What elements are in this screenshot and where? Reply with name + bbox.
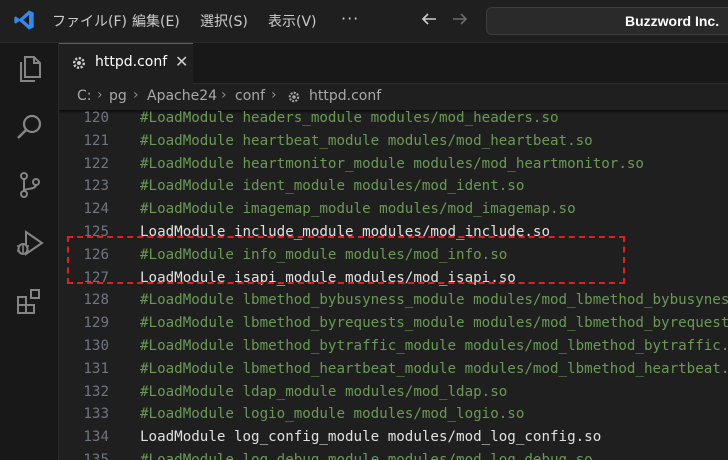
line-number: 127 xyxy=(83,269,109,286)
code-line[interactable]: 127 LoadModule isapi_module modules/mod_i… xyxy=(59,267,728,290)
line-text: #LoadModule logio_module modules/mod_log… xyxy=(140,406,525,423)
explorer-files-icon[interactable] xyxy=(14,53,46,85)
more-menu-button[interactable]: ··· xyxy=(341,9,359,28)
line-text: #LoadModule heartmonitor_module modules/… xyxy=(140,155,644,172)
line-text: #LoadModule ident_module modules/mod_ide… xyxy=(140,178,525,195)
code-line[interactable]: 123 #LoadModule ident_module modules/mod_… xyxy=(59,175,728,198)
tab-httpd-conf[interactable]: httpd.conf ✕ xyxy=(59,43,193,84)
source-control-icon[interactable] xyxy=(14,169,46,201)
line-text: LoadModule include_module modules/mod_in… xyxy=(140,224,550,240)
menu-view[interactable]: 表示(V) xyxy=(268,0,317,42)
search-text: Buzzword Inc. xyxy=(625,13,720,29)
line-number: 120 xyxy=(83,110,109,126)
gear-icon xyxy=(288,91,300,103)
line-number: 134 xyxy=(83,429,109,446)
code-line[interactable]: 130 #LoadModule lbmethod_bytraffic_module… xyxy=(59,335,728,358)
breadcrumb-item-apache24[interactable]: Apache24 xyxy=(147,88,217,104)
line-number: 135 xyxy=(83,452,109,460)
code-line[interactable]: 125 LoadModule include_module modules/mod… xyxy=(59,221,728,244)
code-line[interactable]: 132 #LoadModule ldap_module modules/mod_l… xyxy=(59,381,728,404)
code-line[interactable]: 131 #LoadModule lbmethod_heartbeat_module… xyxy=(59,358,728,381)
menu-edit[interactable]: 編集(E) xyxy=(132,0,180,42)
code-line[interactable]: 121 #LoadModule heartbeat_module modules/… xyxy=(59,130,728,153)
chevron-right-icon: › xyxy=(97,87,103,103)
line-text: #LoadModule lbmethod_bybusyness_module m… xyxy=(140,292,728,309)
breadcrumb-item-pg[interactable]: pg xyxy=(109,88,127,104)
activity-bar xyxy=(0,43,59,460)
breadcrumb: C: › pg › Apache24 › conf › httpd.conf xyxy=(59,84,728,110)
run-debug-icon[interactable] xyxy=(14,227,46,259)
line-text: #LoadModule lbmethod_heartbeat_module mo… xyxy=(140,360,728,377)
line-text: #LoadModule info_module modules/mod_info… xyxy=(140,246,508,263)
code-line[interactable]: 135 #LoadModule log_debug_module modules/… xyxy=(59,449,728,460)
arrow-right-icon[interactable] xyxy=(451,10,469,28)
chevron-right-icon: › xyxy=(221,87,227,103)
line-number: 122 xyxy=(83,155,109,172)
code-line[interactable]: 126 #LoadModule info_module modules/mod_i… xyxy=(59,244,728,267)
menu-file[interactable]: ファイル(F) xyxy=(52,0,127,42)
code-line[interactable]: 124 #LoadModule imagemap_module modules/m… xyxy=(59,198,728,221)
code-line[interactable]: 133 #LoadModule logio_module modules/mod_… xyxy=(59,403,728,426)
line-text: LoadModule log_config_module modules/mod… xyxy=(140,429,602,446)
line-number: 124 xyxy=(83,201,109,218)
code-line[interactable]: 129 #LoadModule lbmethod_byrequests_modul… xyxy=(59,312,728,335)
line-number: 126 xyxy=(83,246,109,263)
line-number: 131 xyxy=(83,360,109,377)
breadcrumb-item-file[interactable]: httpd.conf xyxy=(309,88,381,104)
line-number: 121 xyxy=(83,132,109,149)
chevron-right-icon: › xyxy=(133,87,139,103)
command-center-search[interactable]: Buzzword Inc. xyxy=(486,7,728,35)
line-number: 125 xyxy=(83,224,109,240)
code-line[interactable]: 122 #LoadModule heartmonitor_module modul… xyxy=(59,153,728,176)
title-bar: ファイル(F) 編集(E) 選択(S) 表示(V) ··· Buzzword I… xyxy=(0,0,728,43)
chevron-right-icon: › xyxy=(271,87,277,103)
line-text: #LoadModule lbmethod_byrequests_module m… xyxy=(140,315,728,332)
line-text: #LoadModule lbmethod_bytraffic_module mo… xyxy=(140,338,728,354)
line-text: #LoadModule ldap_module modules/mod_ldap… xyxy=(140,383,508,400)
line-text: #LoadModule headers_module modules/mod_h… xyxy=(140,110,559,126)
line-number: 129 xyxy=(83,315,109,332)
code-line[interactable]: 128 #LoadModule lbmethod_bybusyness_modul… xyxy=(59,289,728,312)
code-editor[interactable]: 120 #LoadModule headers_module modules/mo… xyxy=(59,110,728,460)
line-text: #LoadModule log_debug_module modules/mod… xyxy=(140,452,593,460)
arrow-left-icon[interactable] xyxy=(420,10,438,28)
tab-label: httpd.conf xyxy=(95,54,168,70)
menu-selection[interactable]: 選択(S) xyxy=(200,0,248,42)
line-number: 123 xyxy=(83,178,109,195)
line-text: LoadModule isapi_module modules/mod_isap… xyxy=(140,269,516,286)
editor-tab-bar: httpd.conf ✕ xyxy=(59,43,728,84)
close-icon[interactable]: ✕ xyxy=(175,52,188,71)
line-text: #LoadModule heartbeat_module modules/mod… xyxy=(140,132,593,149)
line-number: 130 xyxy=(83,338,109,354)
line-number: 128 xyxy=(83,292,109,309)
line-number: 132 xyxy=(83,383,109,400)
search-icon[interactable] xyxy=(14,111,46,143)
code-line[interactable]: 134 LoadModule log_config_module modules/… xyxy=(59,426,728,449)
vscode-logo-icon[interactable] xyxy=(13,9,35,31)
gear-icon xyxy=(72,56,86,70)
breadcrumb-item-drive[interactable]: C: xyxy=(77,88,92,104)
extensions-icon[interactable] xyxy=(14,285,46,317)
line-text: #LoadModule imagemap_module modules/mod_… xyxy=(140,201,576,218)
code-line[interactable]: 120 #LoadModule headers_module modules/mo… xyxy=(59,110,728,130)
breadcrumb-item-conf[interactable]: conf xyxy=(235,88,265,104)
line-number: 133 xyxy=(83,406,109,423)
